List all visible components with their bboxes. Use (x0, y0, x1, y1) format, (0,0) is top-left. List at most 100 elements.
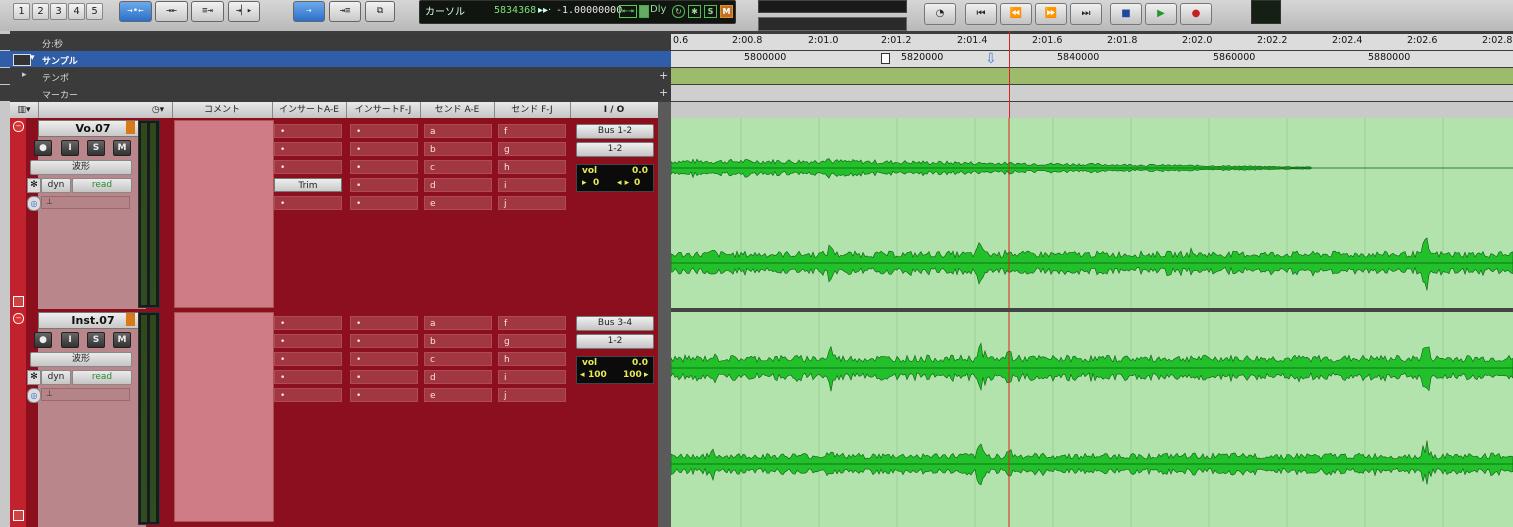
insert-slot-a[interactable]: • (274, 316, 342, 330)
automation-mode-selector[interactable]: read (72, 178, 132, 193)
view-selector[interactable]: 波形 (30, 352, 132, 367)
marker-ruler[interactable] (671, 85, 1513, 101)
insert-slot-b[interactable]: • (274, 142, 342, 156)
grid-icon[interactable]: ⇥▏▸ (228, 1, 260, 22)
view-selector[interactable]: 波形 (30, 160, 132, 175)
record-enable-button[interactable]: ● (34, 140, 52, 156)
send-slot-a[interactable]: a (424, 316, 492, 330)
link-icon[interactable]: ⇥≡ (329, 1, 361, 22)
insert-slot-f[interactable]: • (350, 316, 418, 330)
insert-slot-b[interactable]: • (274, 334, 342, 348)
solo-button[interactable]: S (87, 332, 105, 348)
playlist-selector[interactable]: ⊥ (41, 388, 130, 401)
record-enable-button[interactable]: ● (34, 332, 52, 348)
send-slot-c[interactable]: c (424, 160, 492, 174)
add-marker-icon[interactable]: + (659, 86, 668, 99)
send-slot-h[interactable]: h (498, 160, 566, 174)
send-slot-j[interactable]: j (498, 196, 566, 210)
window-icon[interactable]: ⧉ (365, 1, 395, 22)
send-slot-i[interactable]: i (498, 178, 566, 192)
send-slot-e[interactable]: e (424, 196, 492, 210)
timeline-tracks[interactable] (671, 118, 1513, 527)
timebase-clock-icon[interactable]: ◷▾ (144, 102, 173, 118)
insert-slot-a[interactable]: • (274, 124, 342, 138)
shuffle-icon[interactable]: →•← (119, 1, 152, 22)
edit-window-divider[interactable] (658, 102, 671, 527)
flag-marker-icon[interactable] (881, 53, 890, 64)
send-slot-c[interactable]: c (424, 352, 492, 366)
zoom-preset-2[interactable]: 2 (32, 3, 49, 20)
comment-field[interactable] (174, 312, 274, 522)
output-selector[interactable]: Bus 3-4 (576, 316, 654, 331)
loop-icon[interactable]: ↻ (672, 5, 685, 18)
track-color-menu-icon[interactable] (126, 313, 135, 326)
insert-slot-h[interactable]: • (350, 352, 418, 366)
play-icon[interactable]: ▶ (1145, 3, 1177, 25)
record-icon[interactable]: ● (1180, 3, 1212, 25)
insert-slot-j[interactable]: • (350, 388, 418, 402)
output-selector[interactable]: Bus 1-2 (576, 124, 654, 139)
send-slot-h[interactable]: h (498, 352, 566, 366)
slip-icon[interactable]: ≡⇥ (191, 1, 224, 22)
send-slot-g[interactable]: g (498, 142, 566, 156)
track-options-icon[interactable] (13, 510, 24, 521)
insert-slot-e[interactable]: • (274, 388, 342, 402)
solo-counter-button[interactable]: S (704, 5, 717, 18)
dyn-selector[interactable]: dyn (41, 370, 71, 385)
settings-icon[interactable]: ✱ (688, 5, 701, 18)
send-slot-g[interactable]: g (498, 334, 566, 348)
chevron-down-icon[interactable]: ▾ (30, 53, 35, 63)
zoom-preset-1[interactable]: 1 (13, 3, 30, 20)
send-slot-d[interactable]: d (424, 370, 492, 384)
fast-forward-icon[interactable]: ⏩ (1035, 3, 1067, 25)
input-selector[interactable]: 1-2 (576, 142, 654, 157)
input-monitor-button[interactable]: I (61, 140, 79, 156)
volume-pan-display[interactable]: vol 0.0 ▸ 0 ◂ ▸ 0 (576, 164, 654, 192)
track-color-menu-icon[interactable] (126, 121, 135, 134)
minsec-ruler[interactable]: 0.6 2:00.8 2:01.0 2:01.2 2:01.4 2:01.6 2… (671, 34, 1513, 50)
insert-slot-c[interactable]: • (274, 160, 342, 174)
input-selector[interactable]: 1-2 (576, 334, 654, 349)
dyn-selector[interactable]: dyn (41, 178, 71, 193)
stop-icon[interactable]: ■ (1110, 3, 1142, 25)
mute-button[interactable]: M (113, 332, 131, 348)
online-icon[interactable]: ◔ (924, 3, 956, 25)
zoom-preset-3[interactable]: 3 (50, 3, 67, 20)
insert-slot-i[interactable]: • (350, 178, 418, 192)
timebase-icon[interactable]: ◎ (27, 196, 41, 211)
send-slot-f[interactable]: f (498, 316, 566, 330)
rewind-icon[interactable]: ⏪ (1000, 3, 1032, 25)
nudge-icon[interactable]: ⇤⇥ (619, 5, 637, 18)
collapse-icon[interactable]: − (13, 313, 24, 324)
insert-slot-f[interactable]: • (350, 124, 418, 138)
mute-button[interactable]: M (113, 140, 131, 156)
send-slot-e[interactable]: e (424, 388, 492, 402)
timebase-icon[interactable]: ◎ (27, 388, 41, 403)
send-slot-a[interactable]: a (424, 124, 492, 138)
send-slot-b[interactable]: b (424, 142, 492, 156)
samples-ruler[interactable]: 5800000 5820000 5840000 5860000 5880000 … (671, 51, 1513, 67)
elastic-audio-icon[interactable]: ✻ (27, 178, 41, 193)
insert-slot-d[interactable]: • (274, 370, 342, 384)
track-options-icon[interactable] (13, 296, 24, 307)
spot-icon[interactable]: ⇥⇤ (155, 1, 188, 22)
collapse-icon[interactable]: − (13, 121, 24, 132)
insert-slot-d[interactable]: Trim (274, 178, 342, 192)
insert-slot-h[interactable]: • (350, 160, 418, 174)
go-to-end-icon[interactable]: ⏭ (1070, 3, 1102, 25)
insert-slot-c[interactable]: • (274, 352, 342, 366)
return-to-zero-icon[interactable]: ⏮ (965, 3, 997, 25)
playhead-arrow-icon[interactable]: ⇩ (985, 51, 997, 67)
insert-slot-i[interactable]: • (350, 370, 418, 384)
send-slot-j[interactable]: j (498, 388, 566, 402)
playlist-selector[interactable]: ⊥ (41, 196, 130, 209)
mute-counter-button[interactable]: M (720, 5, 733, 18)
tempo-ruler[interactable] (671, 68, 1513, 84)
insert-slot-e[interactable]: • (274, 196, 342, 210)
elastic-audio-icon[interactable]: ✻ (27, 370, 41, 385)
add-tempo-icon[interactable]: + (659, 69, 668, 82)
volume-pan-display[interactable]: vol 0.0 ◂ 100 100 ▸ (576, 356, 654, 384)
send-slot-f[interactable]: f (498, 124, 566, 138)
zoom-preset-5[interactable]: 5 (86, 3, 103, 20)
zoom-preset-4[interactable]: 4 (68, 3, 85, 20)
